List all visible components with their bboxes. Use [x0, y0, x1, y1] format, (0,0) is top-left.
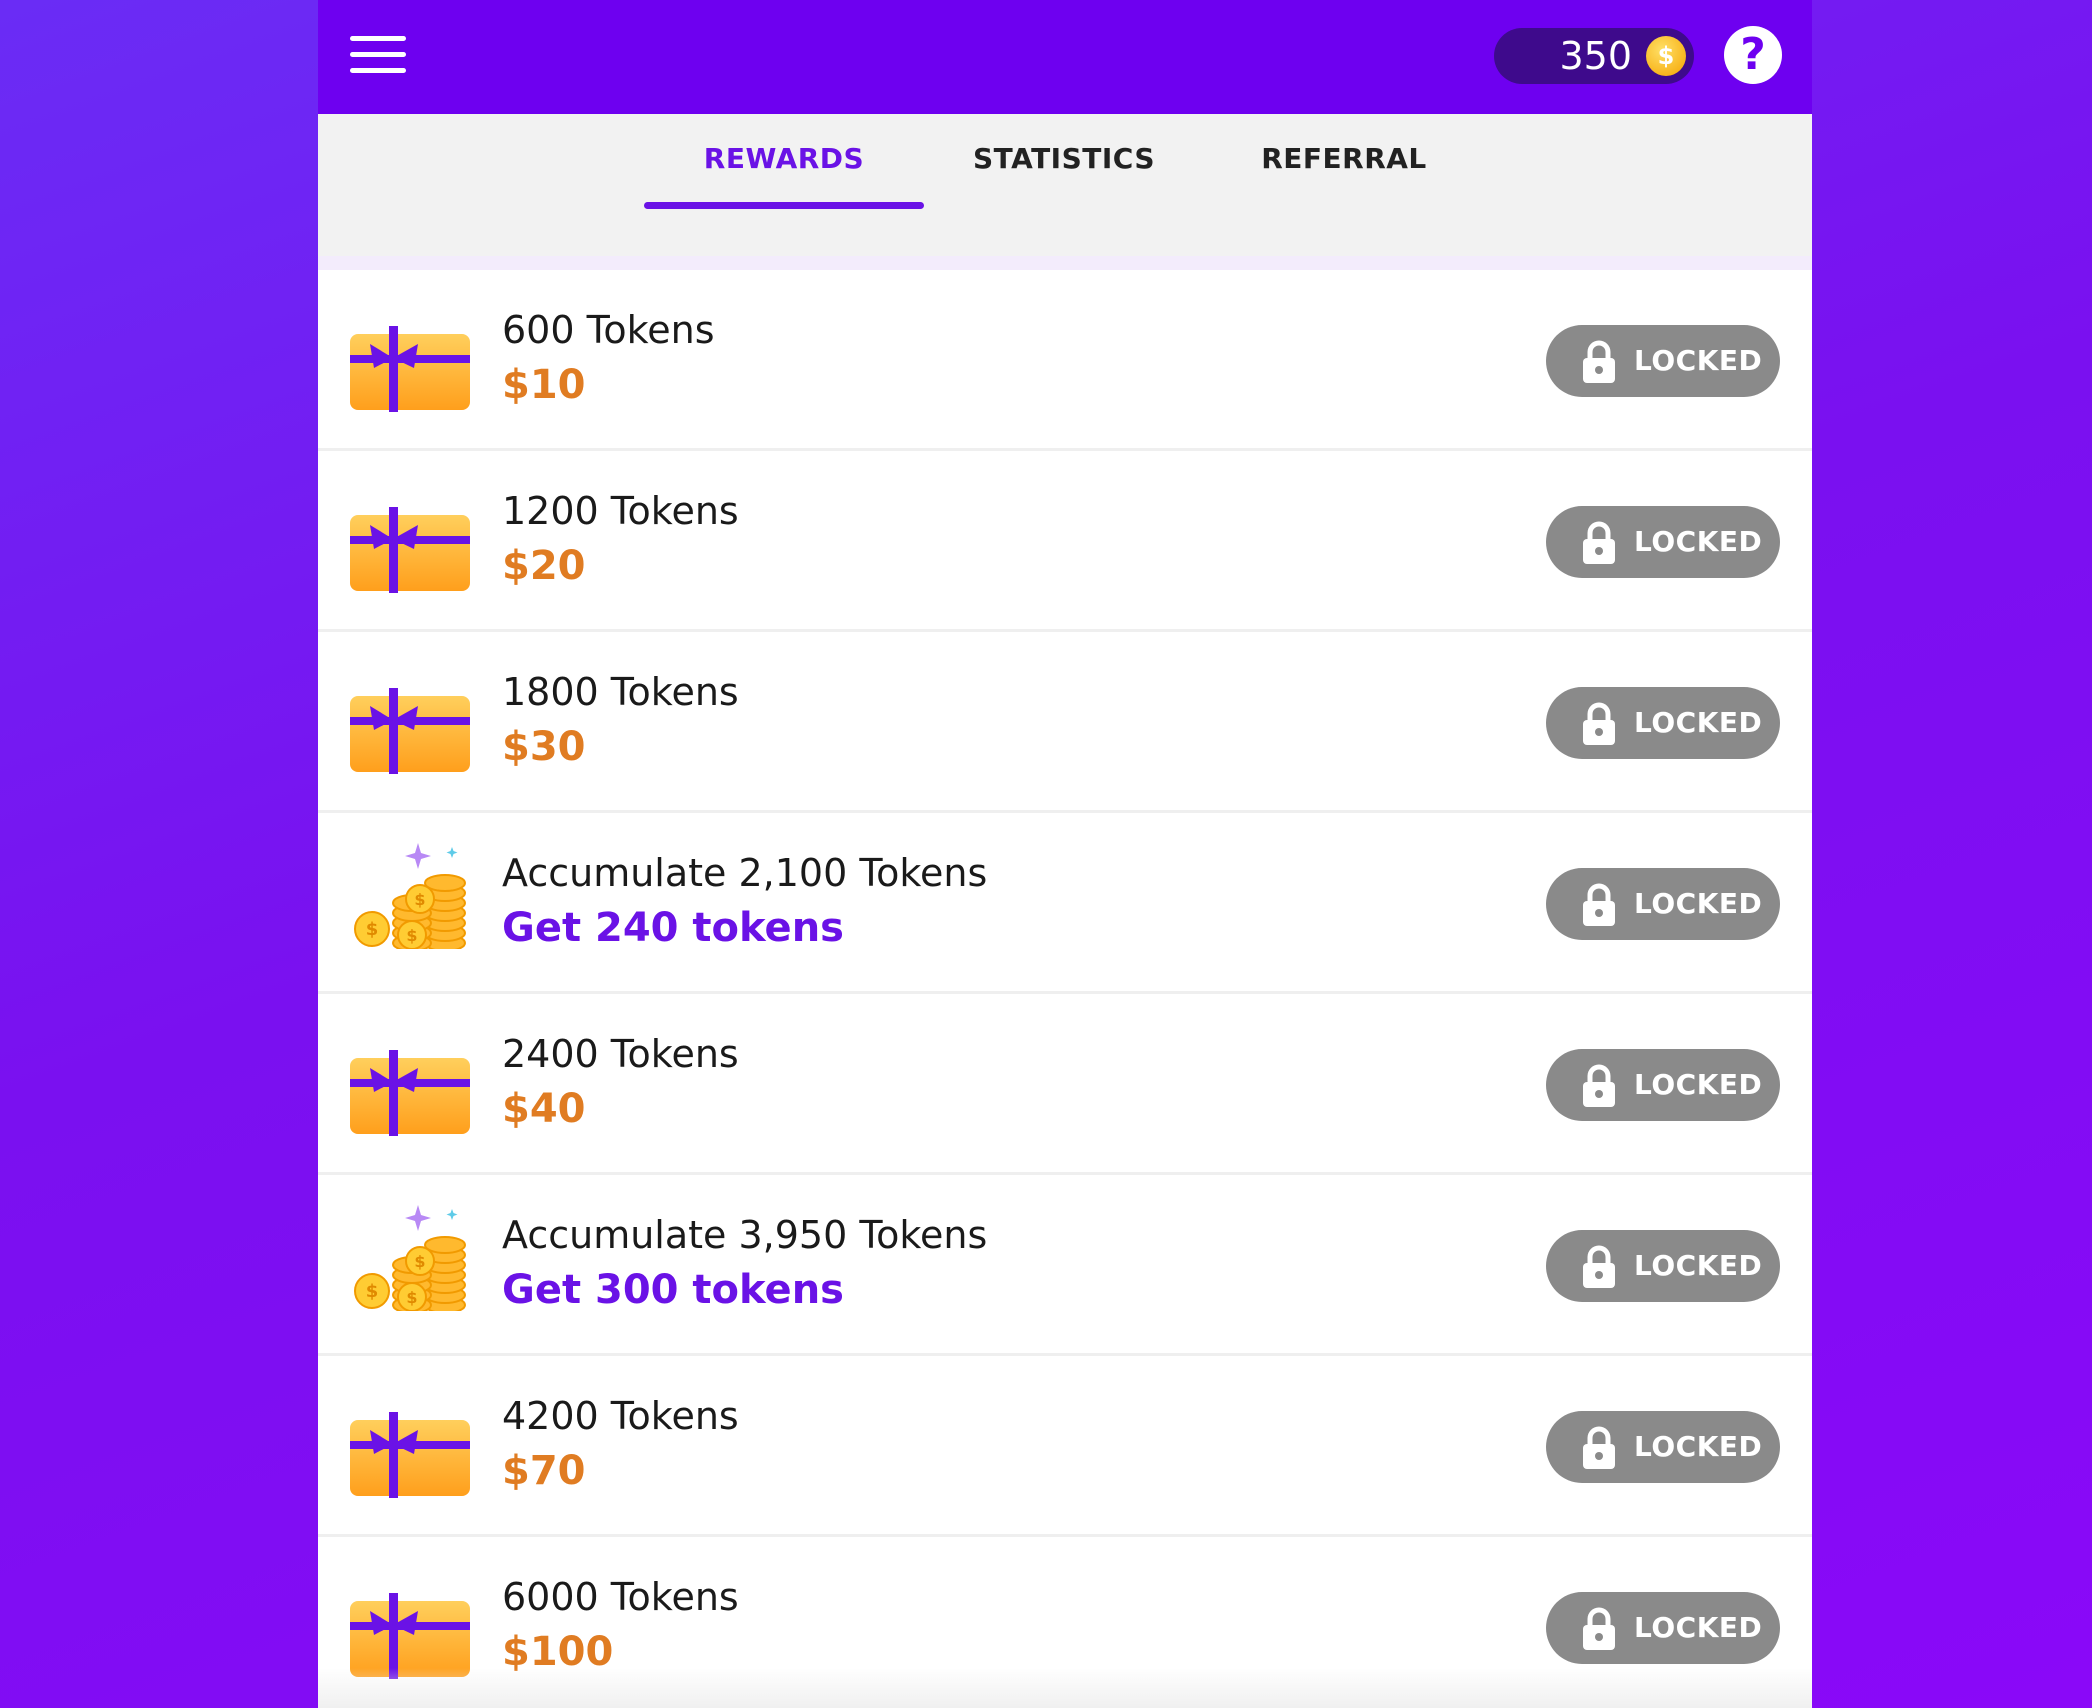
tab-referral[interactable]: REFERRAL [1204, 114, 1484, 256]
gift-card-icon [348, 1398, 472, 1498]
gift-card-icon [348, 1036, 472, 1136]
locked-button[interactable]: LOCKED [1546, 1049, 1780, 1121]
tab-bar: REWARDS STATISTICS REFERRAL [318, 114, 1812, 270]
reward-value: $10 [502, 362, 586, 408]
lock-icon [1582, 1606, 1616, 1650]
reward-row: 600 Tokens $10 LOCKED [318, 270, 1812, 451]
reward-title: 4200 Tokens [502, 1394, 739, 1438]
locked-button[interactable]: LOCKED [1546, 325, 1780, 397]
gift-card-icon [348, 312, 472, 412]
lock-icon [1582, 1063, 1616, 1107]
reward-row: 4200 Tokens $70 LOCKED [318, 1356, 1812, 1537]
locked-button[interactable]: LOCKED [1546, 1230, 1780, 1302]
svg-text:$: $ [414, 1252, 425, 1271]
svg-text:$: $ [406, 926, 417, 945]
lock-icon [1582, 520, 1616, 564]
coin-stack-icon: $ $ $ [348, 1201, 472, 1314]
lock-icon [1582, 1244, 1616, 1288]
reward-list: 600 Tokens $10 LOCKED 1200 Tokens $20 LOCK… [318, 270, 1812, 1708]
locked-label: LOCKED [1634, 887, 1763, 920]
locked-button[interactable]: LOCKED [1546, 1411, 1780, 1483]
reward-row: $ $ $ Accumulate 2,100 Tokens Get 240 tok… [318, 813, 1812, 994]
reward-row: $ $ $ Accumulate 3,950 Tokens Get 300 tok… [318, 1175, 1812, 1356]
reward-row: 1800 Tokens $30 LOCKED [318, 632, 1812, 813]
bottom-fade [318, 1668, 1812, 1708]
svg-text:$: $ [366, 919, 379, 940]
gift-card-icon [348, 1579, 472, 1679]
tab-rewards[interactable]: REWARDS [644, 114, 924, 256]
token-balance-badge: 350 $ [1494, 28, 1694, 84]
reward-title: 6000 Tokens [502, 1575, 739, 1619]
reward-title: 600 Tokens [502, 308, 715, 352]
locked-label: LOCKED [1634, 706, 1763, 739]
reward-title: Accumulate 3,950 Tokens [502, 1213, 988, 1257]
locked-button[interactable]: LOCKED [1546, 1592, 1780, 1664]
reward-value: $70 [502, 1448, 586, 1494]
reward-value: $40 [502, 1086, 586, 1132]
locked-label: LOCKED [1634, 1068, 1763, 1101]
gift-card-icon [348, 493, 472, 593]
locked-label: LOCKED [1634, 525, 1763, 558]
tab-statistics[interactable]: STATISTICS [924, 114, 1204, 256]
lock-icon [1582, 1425, 1616, 1469]
active-tab-indicator [644, 202, 924, 209]
rewards-screen: 350 $ ? REWARDS STATISTICS REFERRAL 600 … [318, 0, 1812, 1708]
lock-icon [1582, 701, 1616, 745]
locked-button[interactable]: LOCKED [1546, 506, 1780, 578]
lock-icon [1582, 882, 1616, 926]
hamburger-menu-icon[interactable] [350, 36, 406, 76]
svg-text:$: $ [414, 890, 425, 909]
locked-button[interactable]: LOCKED [1546, 868, 1780, 940]
locked-label: LOCKED [1634, 344, 1763, 377]
reward-title: 1800 Tokens [502, 670, 739, 714]
coin-stack-icon: $ $ $ [348, 839, 472, 952]
reward-value: $30 [502, 724, 586, 770]
coin-icon: $ [1646, 36, 1686, 76]
reward-value: Get 300 tokens [502, 1267, 844, 1313]
svg-text:$: $ [366, 1281, 379, 1302]
locked-button[interactable]: LOCKED [1546, 687, 1780, 759]
lock-icon [1582, 339, 1616, 383]
reward-value: $20 [502, 543, 586, 589]
gift-card-icon [348, 674, 472, 774]
reward-row: 1200 Tokens $20 LOCKED [318, 451, 1812, 632]
reward-title: 1200 Tokens [502, 489, 739, 533]
reward-title: 2400 Tokens [502, 1032, 739, 1076]
top-bar: 350 $ ? [318, 0, 1812, 114]
reward-title: Accumulate 2,100 Tokens [502, 851, 988, 895]
locked-label: LOCKED [1634, 1430, 1763, 1463]
reward-row: 2400 Tokens $40 LOCKED [318, 994, 1812, 1175]
reward-value: Get 240 tokens [502, 905, 844, 951]
help-icon[interactable]: ? [1724, 26, 1782, 84]
token-balance: 350 [1559, 34, 1632, 78]
svg-text:$: $ [406, 1288, 417, 1307]
locked-label: LOCKED [1634, 1249, 1763, 1282]
locked-label: LOCKED [1634, 1611, 1763, 1644]
